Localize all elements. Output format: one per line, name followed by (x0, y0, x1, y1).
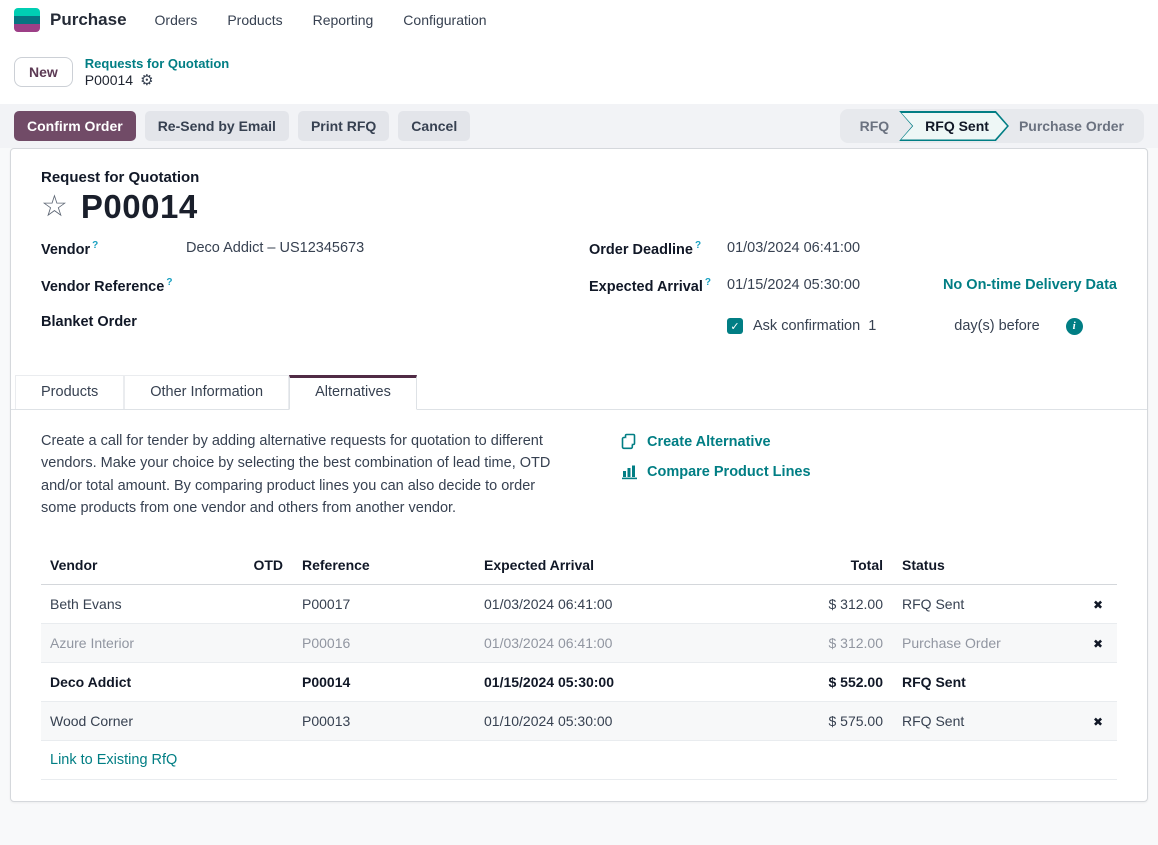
statusbar-step-rfq-sent-label: RFQ Sent (899, 118, 1009, 134)
form-sheet: Request for Quotation ☆ P00014 Vendor? D… (10, 148, 1148, 802)
alternatives-table-header: Vendor OTD Reference Expected Arrival To… (41, 546, 1117, 585)
cell-remove: ✖ (1081, 635, 1117, 651)
cell-remove: ✖ (1081, 596, 1117, 612)
header-reference[interactable]: Reference (289, 557, 471, 573)
cell-status: Purchase Order (889, 635, 1081, 651)
link-to-existing-rfq[interactable]: Link to Existing RfQ (50, 752, 177, 768)
alternative-row[interactable]: Deco Addict P0001401/15/2024 05:30:00$ 55… (41, 663, 1117, 702)
vendor-reference-help-icon[interactable]: ? (166, 277, 172, 288)
top-navbar: Purchase Orders Products Reporting Confi… (0, 0, 1158, 40)
record-name: P00014 (81, 188, 198, 226)
link-to-existing-rfq-row: Link to Existing RfQ (41, 741, 1117, 780)
gear-icon[interactable]: ⚙ (140, 73, 153, 88)
order-deadline-help-icon[interactable]: ? (695, 240, 701, 251)
cell-reference: P00014 (289, 674, 471, 690)
menu-products[interactable]: Products (225, 8, 284, 32)
copy-icon (621, 433, 638, 450)
cell-total: $ 575.00 (709, 713, 889, 729)
cancel-button[interactable]: Cancel (398, 111, 470, 141)
cell-status: RFQ Sent (889, 596, 1081, 612)
confirmation-days-field[interactable]: 1 (868, 318, 876, 334)
control-strip: Confirm Order Re-Send by Email Print RFQ… (0, 104, 1158, 148)
ask-confirmation-label: Ask confirmation (753, 318, 860, 334)
header-status[interactable]: Status (889, 557, 1081, 573)
print-rfq-button[interactable]: Print RFQ (298, 111, 389, 141)
vendor-help-icon[interactable]: ? (92, 240, 98, 251)
expected-arrival-help-icon[interactable]: ? (705, 277, 711, 288)
app-name[interactable]: Purchase (50, 10, 127, 30)
cell-total: $ 552.00 (709, 674, 889, 690)
cell-reference: P00016 (289, 635, 471, 651)
alternative-row[interactable]: Azure Interior P0001601/03/2024 06:41:00$… (41, 624, 1117, 663)
statusbar-step-rfq[interactable]: RFQ (844, 118, 906, 134)
statusbar-step-rfq-sent[interactable]: RFQ Sent RFQ Sent (899, 111, 1009, 141)
record-type-label: Request for Quotation (41, 169, 1127, 186)
cell-vendor: Wood Corner (41, 713, 233, 729)
new-button[interactable]: New (14, 57, 73, 87)
tab-other-information[interactable]: Other Information (124, 375, 289, 409)
check-icon: ✓ (730, 320, 739, 333)
header-otd[interactable]: OTD (233, 557, 289, 573)
app-switcher[interactable]: Purchase (14, 8, 127, 32)
alternatives-table: Vendor OTD Reference Expected Arrival To… (41, 546, 1117, 780)
cell-expected-arrival: 01/10/2024 05:30:00 (471, 713, 709, 729)
alternative-row[interactable]: Beth Evans P0001701/03/2024 06:41:00$ 312… (41, 585, 1117, 624)
cell-status: RFQ Sent (889, 674, 1081, 690)
alternatives-description: Create a call for tender by adding alter… (41, 430, 573, 520)
cell-expected-arrival: 01/03/2024 06:41:00 (471, 596, 709, 612)
cell-expected-arrival: 01/03/2024 06:41:00 (471, 635, 709, 651)
statusbar-step-purchase-order[interactable]: Purchase Order (1003, 118, 1140, 134)
menu-reporting[interactable]: Reporting (311, 8, 376, 32)
breadcrumb-parent-link[interactable]: Requests for Quotation (85, 56, 229, 71)
order-deadline-label: Order Deadline? (589, 240, 727, 258)
create-alternative-link[interactable]: Create Alternative (621, 433, 811, 450)
info-icon[interactable]: i (1066, 318, 1083, 335)
resend-email-button[interactable]: Re-Send by Email (145, 111, 289, 141)
cell-vendor: Azure Interior (41, 635, 233, 651)
breadcrumb-row: New Requests for Quotation P00014 ⚙ (0, 40, 1158, 104)
tab-products[interactable]: Products (15, 375, 124, 409)
vendor-reference-label: Vendor Reference? (41, 277, 186, 295)
alternative-row[interactable]: Wood Corner P0001301/10/2024 05:30:00$ 57… (41, 702, 1117, 741)
cell-status: RFQ Sent (889, 713, 1081, 729)
tab-alternatives[interactable]: Alternatives (289, 375, 417, 410)
cell-vendor: Deco Addict (41, 674, 233, 690)
cell-reference: P00017 (289, 596, 471, 612)
header-total[interactable]: Total (709, 557, 889, 573)
breadcrumb: Requests for Quotation P00014 ⚙ (85, 56, 229, 88)
cell-vendor: Beth Evans (41, 596, 233, 612)
cell-expected-arrival: 01/15/2024 05:30:00 (471, 674, 709, 690)
days-before-label: day(s) before (954, 318, 1039, 334)
favorite-star-icon[interactable]: ☆ (41, 192, 68, 222)
notebook-tabs: Products Other Information Alternatives (11, 375, 1147, 410)
menu-orders[interactable]: Orders (153, 8, 200, 32)
cell-remove: ✖ (1081, 713, 1117, 729)
bar-chart-icon (621, 463, 638, 480)
compare-product-lines-link[interactable]: Compare Product Lines (621, 463, 811, 480)
cell-total: $ 312.00 (709, 596, 889, 612)
purchase-app-icon (14, 8, 40, 32)
expected-arrival-field[interactable]: 01/15/2024 05:30:00 (727, 277, 860, 293)
vendor-label: Vendor? (41, 240, 186, 258)
remove-alternative-icon[interactable]: ✖ (1093, 598, 1103, 612)
breadcrumb-current: P00014 (85, 72, 133, 88)
cell-total: $ 312.00 (709, 635, 889, 651)
menu-configuration[interactable]: Configuration (401, 8, 488, 32)
confirm-order-button[interactable]: Confirm Order (14, 111, 136, 141)
fields-area: Vendor? Deco Addict – US12345673 Vendor … (41, 240, 1127, 351)
statusbar: RFQ RFQ Sent RFQ Sent Purchase Order (840, 109, 1144, 143)
expected-arrival-label: Expected Arrival? (589, 277, 727, 295)
vendor-field[interactable]: Deco Addict – US12345673 (186, 240, 364, 256)
remove-alternative-icon[interactable]: ✖ (1093, 637, 1103, 651)
alternatives-table-body: Beth EvansP0001701/03/2024 06:41:00$ 312… (41, 585, 1117, 741)
order-deadline-field[interactable]: 01/03/2024 06:41:00 (727, 240, 860, 256)
otd-data-link[interactable]: No On-time Delivery Data (943, 277, 1117, 293)
ask-confirmation-checkbox[interactable]: ✓ (727, 318, 743, 334)
header-vendor[interactable]: Vendor (41, 557, 233, 573)
remove-alternative-icon[interactable]: ✖ (1093, 715, 1103, 729)
sheet-background: Request for Quotation ☆ P00014 Vendor? D… (0, 148, 1158, 845)
blanket-order-label: Blanket Order (41, 314, 186, 330)
header-expected-arrival[interactable]: Expected Arrival (471, 557, 709, 573)
cell-reference: P00013 (289, 713, 471, 729)
